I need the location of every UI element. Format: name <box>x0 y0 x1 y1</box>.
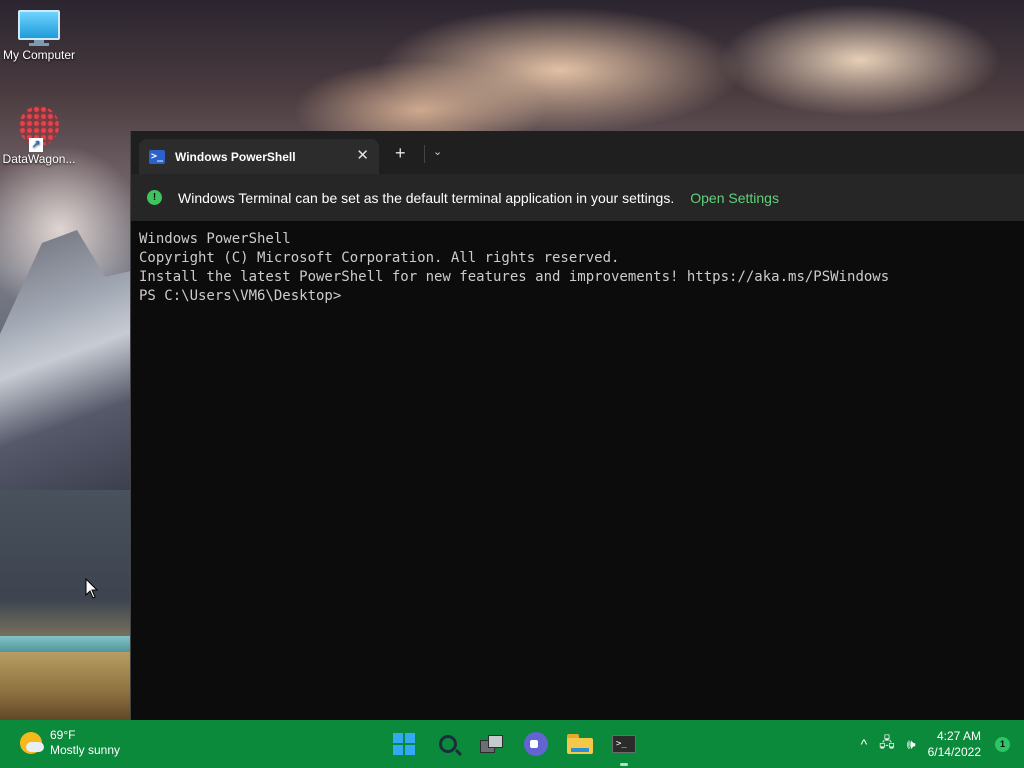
console-output[interactable]: Windows PowerShell Copyright (C) Microsof… <box>131 221 1024 306</box>
console-line: Install the latest PowerShell for new fe… <box>139 269 890 285</box>
clock-time: 4:27 AM <box>936 729 981 743</box>
network-icon[interactable]: 🖧 <box>879 732 895 756</box>
weather-temperature: 69°F <box>50 728 76 742</box>
weather-widget[interactable]: 69°F Mostly sunny <box>20 728 120 758</box>
task-view-button[interactable] <box>476 728 508 760</box>
datawagon-icon: ↗ <box>17 106 61 152</box>
weather-condition: Mostly sunny <box>50 743 121 757</box>
chevron-up-icon[interactable]: ^ <box>861 736 868 752</box>
terminal-icon: >_ <box>612 735 636 753</box>
tab-title: Windows PowerShell <box>175 149 296 164</box>
search-button[interactable] <box>432 728 464 760</box>
terminal-titlebar[interactable]: >_ Windows PowerShell ✕ + ⌄ <box>131 131 1024 174</box>
infobar-message: Windows Terminal can be set as the defau… <box>178 189 675 206</box>
close-tab-icon[interactable]: ✕ <box>356 147 369 165</box>
desktop-icon-datawagon[interactable]: ↗ DataWagon... <box>0 106 78 166</box>
desktop-icon-label: DataWagon... <box>2 152 76 166</box>
start-button[interactable] <box>388 728 420 760</box>
file-explorer-icon <box>567 734 593 754</box>
volume-icon[interactable]: 🕪 <box>907 736 916 753</box>
wallpaper-hills <box>0 652 140 722</box>
partly-sunny-icon <box>20 732 44 754</box>
search-icon <box>439 735 457 753</box>
notification-badge[interactable]: 1 <box>995 736 1010 752</box>
terminal-window[interactable]: >_ Windows PowerShell ✕ + ⌄ ! Windows Te… <box>130 131 1024 720</box>
new-tab-icon[interactable]: + <box>395 143 406 163</box>
console-prompt: PS C:\Users\VM6\Desktop> <box>139 288 342 304</box>
info-icon: ! <box>147 190 162 205</box>
desktop-icon-label: My Computer <box>2 48 76 62</box>
system-tray: ^ 🖧 🕪 4:27 AM 6/14/2022 1 <box>861 720 1024 768</box>
titlebar-divider <box>424 145 425 163</box>
open-settings-link[interactable]: Open Settings <box>690 190 779 206</box>
active-app-indicator <box>620 763 628 766</box>
taskbar: 69°F Mostly sunny >_ ^ 🖧 🕪 4:27 AM 6/14/… <box>0 720 1024 768</box>
clock[interactable]: 4:27 AM 6/14/2022 <box>928 728 981 760</box>
teams-chat-button[interactable] <box>520 728 552 760</box>
powershell-icon: >_ <box>149 149 165 164</box>
console-line: Copyright (C) Microsoft Corporation. All… <box>139 250 620 266</box>
task-view-icon <box>480 735 504 753</box>
teams-chat-icon <box>524 732 548 756</box>
tab-windows-powershell[interactable]: >_ Windows PowerShell ✕ <box>139 139 379 174</box>
terminal-taskbar-button[interactable]: >_ <box>608 728 640 766</box>
clock-date: 6/14/2022 <box>927 745 981 759</box>
desktop-icon-my-computer[interactable]: My Computer <box>0 10 78 62</box>
default-terminal-infobar: ! Windows Terminal can be set as the def… <box>131 174 1024 221</box>
computer-icon <box>18 10 60 46</box>
file-explorer-button[interactable] <box>564 728 596 760</box>
windows-logo-icon <box>393 733 415 755</box>
chevron-down-icon[interactable]: ⌄ <box>433 145 442 158</box>
console-line: Windows PowerShell <box>139 231 291 247</box>
shortcut-arrow-icon: ↗ <box>29 138 43 152</box>
